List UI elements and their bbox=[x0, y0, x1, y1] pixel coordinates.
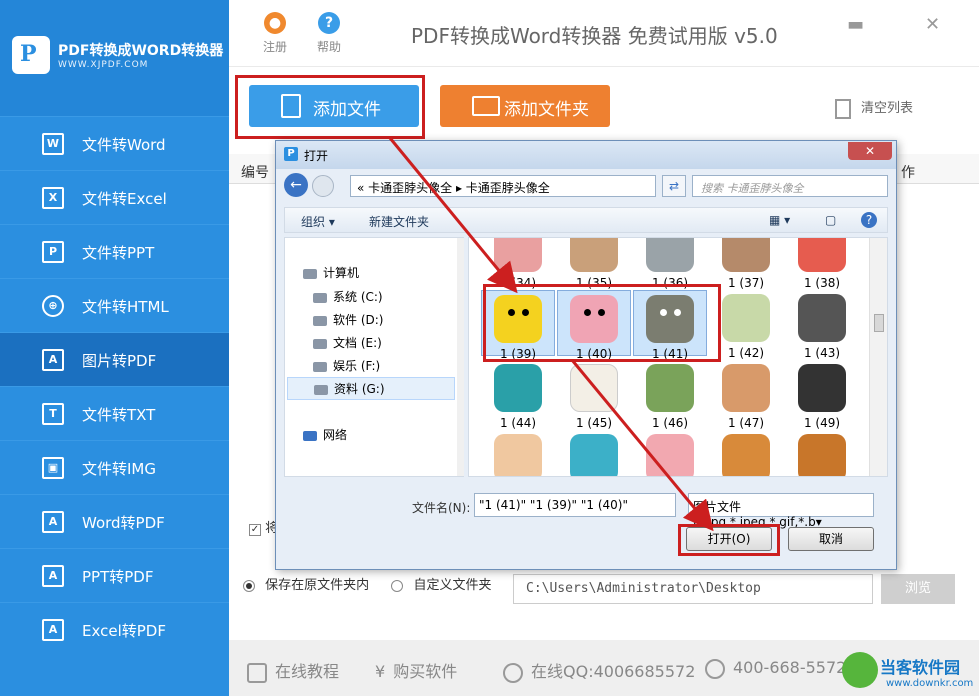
annotation-arrows bbox=[388, 137, 714, 532]
arrow-to-files bbox=[388, 137, 518, 294]
arrow-to-open bbox=[570, 359, 714, 532]
